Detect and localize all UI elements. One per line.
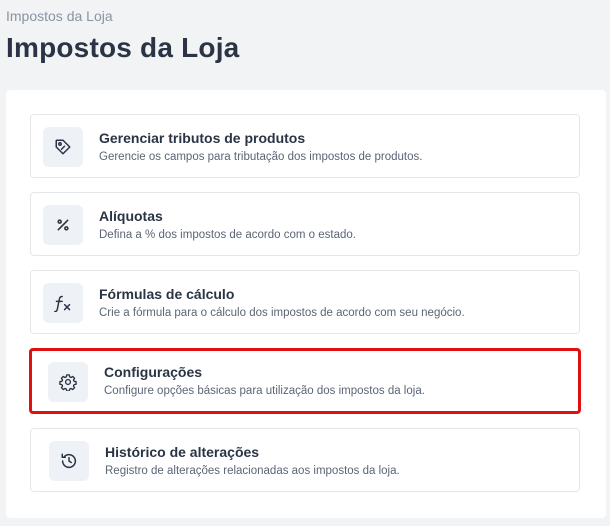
card-description: Gerencie os campos para tributação dos i…	[99, 151, 423, 163]
card-manage-product-taxes[interactable]: Gerenciar tributos de produtos Gerencie …	[30, 114, 580, 178]
percent-icon	[43, 205, 83, 245]
card-change-history[interactable]: Histórico de alterações Registro de alte…	[30, 428, 580, 492]
breadcrumb[interactable]: Impostos da Loja	[6, 8, 113, 24]
card-description: Registro de alterações relacionadas aos …	[105, 465, 400, 477]
card-settings[interactable]: Configurações Configure opções básicas p…	[29, 348, 581, 414]
card-title: Alíquotas	[99, 208, 163, 224]
history-icon	[49, 441, 89, 481]
card-title: Configurações	[104, 364, 203, 380]
card-description: Defina a % dos impostos de acordo com o …	[99, 229, 356, 241]
tag-icon	[43, 127, 83, 167]
card-tax-rates[interactable]: Alíquotas Defina a % dos impostos de aco…	[30, 192, 580, 256]
card-title: Histórico de alterações	[105, 444, 260, 460]
card-title: Gerenciar tributos de produtos	[99, 130, 306, 146]
card-title: Fórmulas de cálculo	[99, 286, 235, 302]
gear-icon	[48, 362, 88, 402]
settings-panel: Gerenciar tributos de produtos Gerencie …	[6, 90, 606, 518]
card-description: Crie a fórmula para o cálculo dos impost…	[99, 307, 465, 319]
card-calculation-formulas[interactable]: Fórmulas de cálculo Crie a fórmula para …	[30, 270, 580, 334]
page-title: Impostos da Loja	[6, 32, 240, 63]
card-description: Configure opções básicas para utilização…	[104, 385, 425, 397]
function-icon	[43, 283, 83, 323]
